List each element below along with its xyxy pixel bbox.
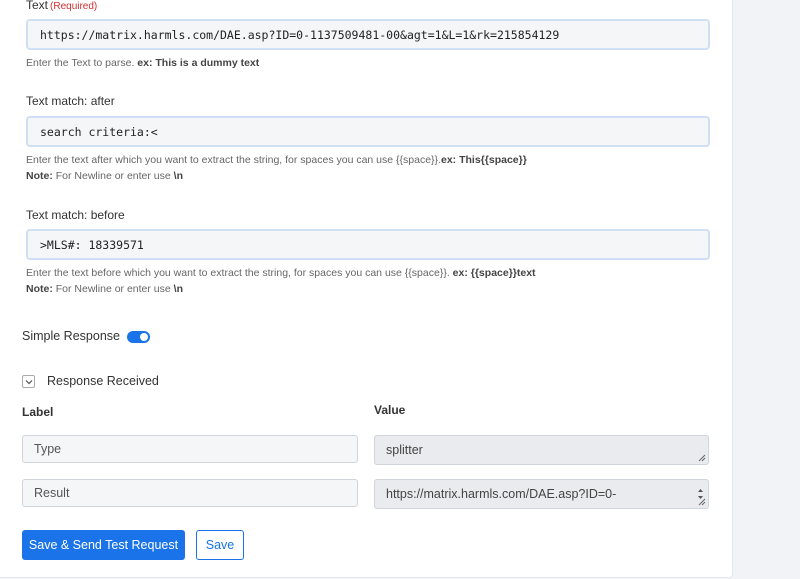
row-result-label[interactable]: Result: [22, 479, 358, 507]
resize-handle-icon[interactable]: [698, 498, 706, 506]
resize-handle-icon[interactable]: [698, 454, 706, 462]
simple-response-label: Simple Response: [22, 329, 120, 343]
required-marker: (Required): [50, 1, 98, 12]
textarea-scrollbar[interactable]: [696, 483, 705, 499]
before-field[interactable]: [26, 229, 710, 260]
response-collapse-toggle[interactable]: [22, 375, 35, 388]
after-field[interactable]: [26, 116, 710, 147]
text-help: Enter the Text to parse. ex: This is a d…: [26, 57, 260, 69]
after-help: Enter the text after which you want to e…: [26, 154, 527, 182]
text-field-label: Text (Required): [26, 0, 98, 12]
column-header-value: Value: [374, 403, 406, 417]
chevron-down-icon: [25, 379, 32, 384]
response-received-title: Response Received: [47, 374, 159, 388]
after-field-label: Text match: after: [26, 94, 115, 108]
text-input[interactable]: [28, 21, 708, 48]
before-field-label: Text match: before: [26, 208, 125, 222]
text-field[interactable]: [26, 19, 710, 50]
form-panel: Text(Required) Enter the Text to parse. …: [0, 0, 733, 578]
save-send-test-button[interactable]: Save & Send Test Request: [22, 530, 185, 560]
before-input[interactable]: [28, 231, 708, 258]
save-button[interactable]: Save: [196, 530, 244, 560]
simple-response-toggle[interactable]: [127, 331, 150, 343]
column-header-label: Label: [22, 405, 54, 419]
row-type-value[interactable]: splitter: [374, 435, 709, 465]
row-result-value[interactable]: https://matrix.harmls.com/DAE.asp?ID=0-: [374, 479, 709, 509]
after-input[interactable]: [28, 118, 708, 145]
row-type-label[interactable]: Type: [22, 435, 358, 463]
toggle-knob: [140, 333, 148, 341]
before-help: Enter the text before which you want to …: [26, 267, 536, 295]
